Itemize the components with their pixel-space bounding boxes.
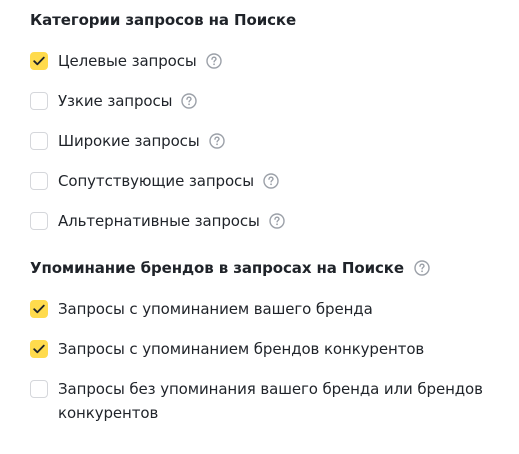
alternative-queries-checkbox[interactable] xyxy=(30,212,48,230)
narrow-queries-checkbox[interactable] xyxy=(30,92,48,110)
question-circle-icon[interactable] xyxy=(208,133,225,149)
option-broad-queries[interactable]: Широкие запросы xyxy=(30,129,225,153)
broad-queries-label: Широкие запросы xyxy=(58,132,200,150)
brand-mentions-title-text: Упоминание брендов в запросах на Поиске xyxy=(30,259,404,277)
related-queries-label: Сопутствующие запросы xyxy=(58,172,254,190)
option-related-queries[interactable]: Сопутствующие запросы xyxy=(30,169,279,193)
own-brand-queries-checkbox[interactable] xyxy=(30,300,48,318)
option-alternative-queries[interactable]: Альтернативные запросы xyxy=(30,209,285,233)
check-icon xyxy=(33,56,45,66)
no-brand-queries-label: Запросы без упоминания вашего бренда или… xyxy=(58,380,483,422)
target-queries-label: Целевые запросы xyxy=(58,52,197,70)
question-circle-icon[interactable] xyxy=(205,53,222,69)
search-categories-title: Категории запросов на Поиске xyxy=(30,11,296,29)
question-circle-icon[interactable] xyxy=(414,260,430,276)
alternative-queries-label: Альтернативные запросы xyxy=(58,212,260,230)
no-brand-queries-checkbox[interactable] xyxy=(30,380,48,398)
competitor-brand-queries-label: Запросы с упоминанием брендов конкуренто… xyxy=(58,340,425,358)
option-no-brand-queries[interactable]: Запросы без упоминания вашего бренда или… xyxy=(30,377,488,425)
related-queries-checkbox[interactable] xyxy=(30,172,48,190)
option-own-brand-queries[interactable]: Запросы с упоминанием вашего бренда xyxy=(30,297,373,321)
own-brand-queries-label: Запросы с упоминанием вашего бренда xyxy=(58,300,373,318)
question-circle-icon[interactable] xyxy=(269,213,285,229)
brand-mentions-title: Упоминание брендов в запросах на Поиске xyxy=(30,259,430,277)
check-icon xyxy=(33,304,45,314)
check-icon xyxy=(33,344,45,354)
option-narrow-queries[interactable]: Узкие запросы xyxy=(30,89,198,113)
target-queries-checkbox[interactable] xyxy=(30,52,48,70)
narrow-queries-label: Узкие запросы xyxy=(58,92,173,110)
broad-queries-checkbox[interactable] xyxy=(30,132,48,150)
option-competitor-brand-queries[interactable]: Запросы с упоминанием брендов конкуренто… xyxy=(30,337,424,361)
question-circle-icon[interactable] xyxy=(181,93,198,109)
search-categories-title-text: Категории запросов на Поиске xyxy=(30,11,297,29)
competitor-brand-queries-checkbox[interactable] xyxy=(30,340,48,358)
question-circle-icon[interactable] xyxy=(263,173,279,189)
option-target-queries[interactable]: Целевые запросы xyxy=(30,49,222,73)
